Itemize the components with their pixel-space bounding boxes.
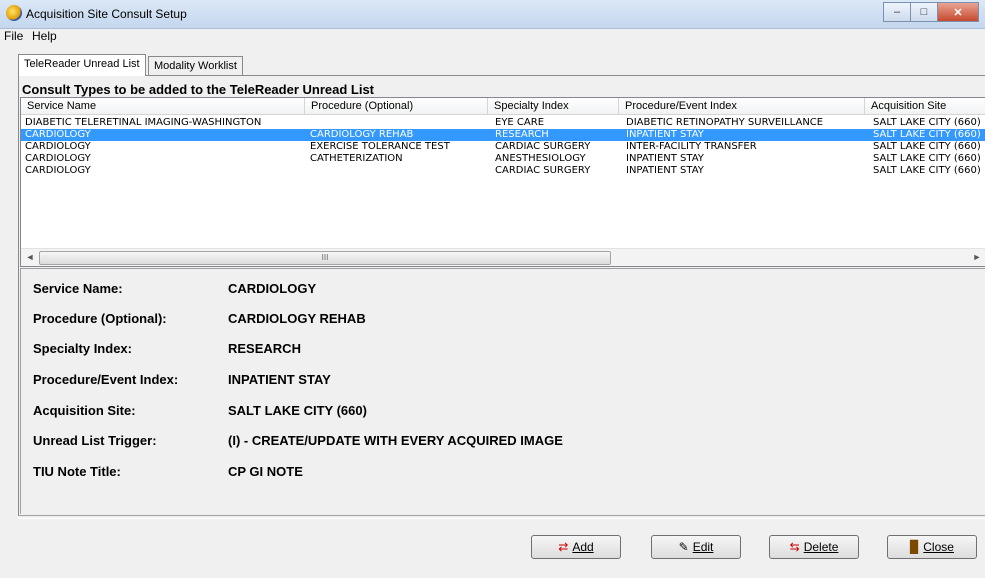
cell-specialty-index: RESEARCH bbox=[495, 129, 549, 140]
tiu-note-title-value: CP GI NOTE bbox=[228, 464, 303, 479]
scroll-right-arrow-icon[interactable]: ► bbox=[970, 251, 984, 264]
title-bar: Acquisition Site Consult Setup – □ ✕ bbox=[0, 0, 985, 29]
unread-list-trigger-value: (I) - CREATE/UPDATE WITH EVERY ACQUIRED … bbox=[228, 433, 563, 448]
cell-procedure-event-index: DIABETIC RETINOPATHY SURVEILLANCE bbox=[626, 117, 824, 128]
table-row-selected[interactable]: CARDIOLOGY CARDIOLOGY REHAB RESEARCH INP… bbox=[21, 129, 985, 141]
close-window-button[interactable]: ✕ bbox=[937, 2, 979, 22]
cell-service-name: CARDIOLOGY bbox=[25, 153, 91, 164]
specialty-index-value: RESEARCH bbox=[228, 341, 301, 356]
edit-button[interactable]: ✎ Edit bbox=[651, 535, 741, 559]
app-icon bbox=[6, 5, 22, 21]
service-name-value: CARDIOLOGY bbox=[228, 281, 317, 296]
scroll-left-arrow-icon[interactable]: ◄ bbox=[23, 251, 37, 264]
cell-specialty-index: CARDIAC SURGERY bbox=[495, 165, 591, 176]
window-title: Acquisition Site Consult Setup bbox=[26, 7, 187, 21]
close-door-icon: ▉ bbox=[910, 540, 920, 554]
cell-service-name: CARDIOLOGY bbox=[25, 165, 91, 176]
edit-icon: ✎ bbox=[678, 540, 689, 554]
menu-help[interactable]: Help bbox=[32, 29, 57, 43]
cell-procedure-event-index: INPATIENT STAY bbox=[626, 129, 704, 140]
table-row[interactable]: CARDIOLOGY CARDIAC SURGERY INPATIENT STA… bbox=[21, 165, 985, 177]
column-header-acquisition-site[interactable]: Acquisition Site bbox=[865, 98, 985, 115]
cell-acquisition-site: SALT LAKE CITY (660) bbox=[873, 153, 981, 164]
procedure-event-index-value: INPATIENT STAY bbox=[228, 372, 331, 387]
bottom-separator bbox=[18, 515, 985, 519]
cell-acquisition-site: SALT LAKE CITY (660) bbox=[873, 141, 981, 152]
add-button-label: Add bbox=[572, 540, 594, 554]
list-heading: Consult Types to be added to the TeleRea… bbox=[22, 82, 375, 97]
tab-modality-worklist[interactable]: Modality Worklist bbox=[148, 56, 243, 76]
column-header-specialty-index[interactable]: Specialty Index bbox=[488, 98, 619, 115]
menu-bar: File Help bbox=[0, 29, 985, 47]
delete-button[interactable]: ⇆ Delete bbox=[769, 535, 859, 559]
acquisition-site-label: Acquisition Site: bbox=[33, 403, 136, 418]
cell-procedure: EXERCISE TOLERANCE TEST bbox=[310, 141, 450, 152]
procedure-label: Procedure (Optional): bbox=[33, 311, 167, 326]
cell-service-name: DIABETIC TELERETINAL IMAGING-WASHINGTON bbox=[25, 117, 262, 128]
maximize-button[interactable]: □ bbox=[910, 2, 938, 22]
close-button[interactable]: ▉ Close bbox=[887, 535, 977, 559]
consult-types-list[interactable]: Service Name Procedure (Optional) Specia… bbox=[20, 97, 985, 267]
close-button-label: Close bbox=[923, 540, 954, 554]
window-controls: – □ ✕ bbox=[883, 2, 979, 22]
tab-telereader-unread-list[interactable]: TeleReader Unread List bbox=[18, 54, 146, 76]
cell-procedure-event-index: INTER-FACILITY TRANSFER bbox=[626, 141, 757, 152]
cell-procedure: CATHETERIZATION bbox=[310, 153, 403, 164]
cell-specialty-index: CARDIAC SURGERY bbox=[495, 141, 591, 152]
cell-procedure-event-index: INPATIENT STAY bbox=[626, 165, 704, 176]
add-icon: ⇄ bbox=[558, 540, 569, 554]
unread-list-trigger-label: Unread List Trigger: bbox=[33, 433, 157, 448]
procedure-event-index-label: Procedure/Event Index: bbox=[33, 372, 179, 387]
add-button[interactable]: ⇄ Add bbox=[531, 535, 621, 559]
delete-icon: ⇆ bbox=[789, 540, 800, 554]
cell-acquisition-site: SALT LAKE CITY (660) bbox=[873, 165, 981, 176]
cell-acquisition-site: SALT LAKE CITY (660) bbox=[873, 117, 981, 128]
main-window: Acquisition Site Consult Setup – □ ✕ Fil… bbox=[0, 0, 985, 578]
column-header-service-name[interactable]: Service Name bbox=[21, 98, 305, 115]
cell-acquisition-site: SALT LAKE CITY (660) bbox=[873, 129, 981, 140]
procedure-value: CARDIOLOGY REHAB bbox=[228, 311, 366, 326]
table-row[interactable]: DIABETIC TELERETINAL IMAGING-WASHINGTON … bbox=[21, 117, 985, 129]
cell-specialty-index: EYE CARE bbox=[495, 117, 545, 128]
horizontal-scrollbar[interactable]: ◄ III ► bbox=[21, 248, 985, 266]
consult-detail-panel: Service Name: CARDIOLOGY Procedure (Opti… bbox=[20, 268, 985, 514]
delete-button-label: Delete bbox=[803, 540, 839, 554]
column-header-procedure[interactable]: Procedure (Optional) bbox=[305, 98, 488, 115]
edit-button-label: Edit bbox=[692, 540, 714, 554]
table-row[interactable]: CARDIOLOGY EXERCISE TOLERANCE TEST CARDI… bbox=[21, 141, 985, 153]
cell-service-name: CARDIOLOGY bbox=[25, 129, 91, 140]
column-header-procedure-event-index[interactable]: Procedure/Event Index bbox=[619, 98, 865, 115]
minimize-button[interactable]: – bbox=[883, 2, 911, 22]
specialty-index-label: Specialty Index: bbox=[33, 341, 132, 356]
table-row[interactable]: CARDIOLOGY CATHETERIZATION ANESTHESIOLOG… bbox=[21, 153, 985, 165]
acquisition-site-value: SALT LAKE CITY (660) bbox=[228, 403, 367, 418]
cell-procedure: CARDIOLOGY REHAB bbox=[310, 129, 414, 140]
tiu-note-title-label: TIU Note Title: bbox=[33, 464, 121, 479]
service-name-label: Service Name: bbox=[33, 281, 123, 296]
scrollbar-thumb[interactable]: III bbox=[39, 251, 611, 265]
cell-service-name: CARDIOLOGY bbox=[25, 141, 91, 152]
cell-procedure-event-index: INPATIENT STAY bbox=[626, 153, 704, 164]
menu-file[interactable]: File bbox=[4, 29, 23, 43]
cell-specialty-index: ANESTHESIOLOGY bbox=[495, 153, 586, 164]
